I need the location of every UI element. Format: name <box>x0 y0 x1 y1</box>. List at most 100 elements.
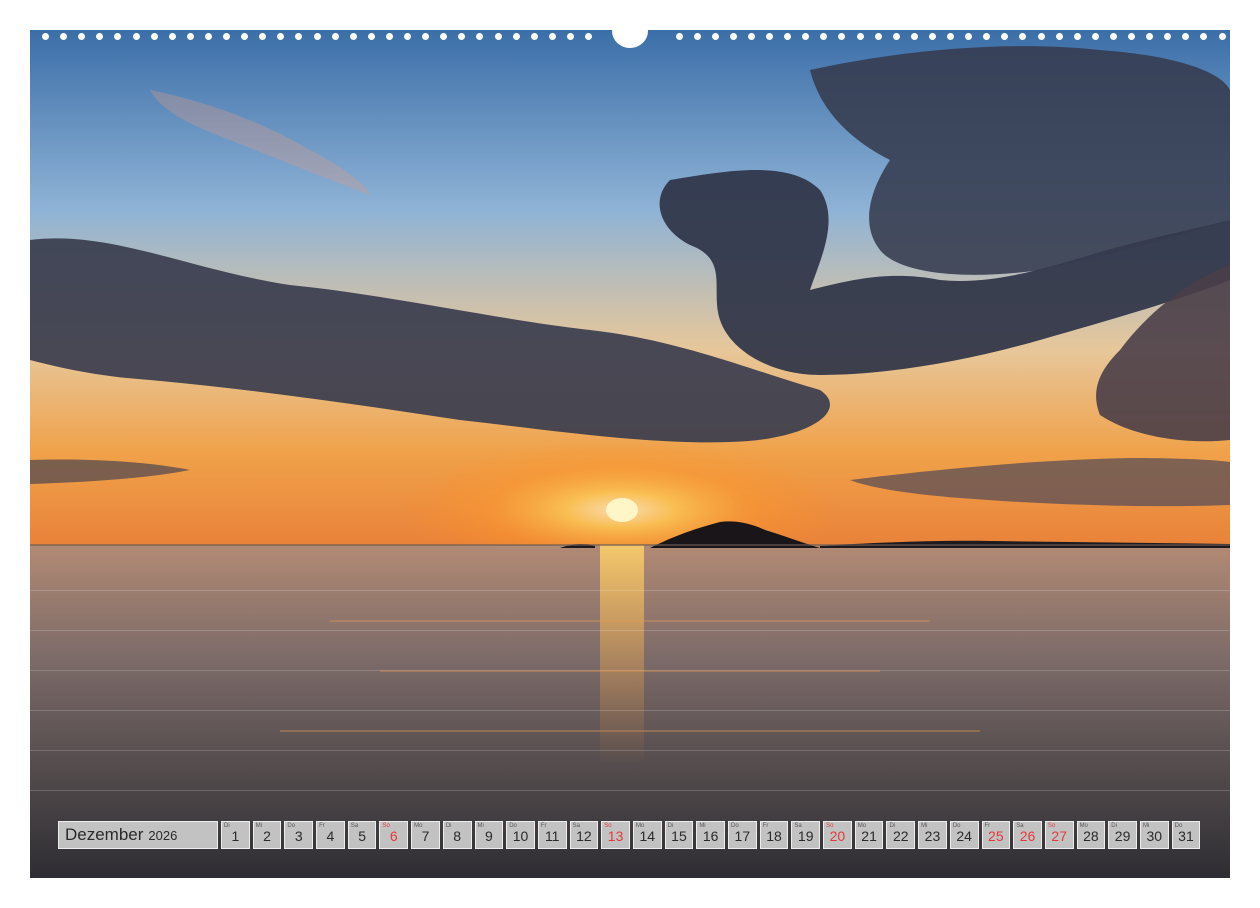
day-number: 7 <box>421 828 430 844</box>
binding-ring <box>494 33 502 40</box>
binding-ring <box>566 33 574 40</box>
binding-ring <box>965 33 973 40</box>
binding-ring <box>1055 33 1063 40</box>
day-number: 30 <box>1146 828 1163 844</box>
day-number: 1 <box>231 828 240 844</box>
day-cell: Fr 11 <box>537 821 567 849</box>
day-cell: Mo 21 <box>854 821 884 849</box>
binding-ring <box>331 33 339 40</box>
day-cell: Mi 16 <box>696 821 725 849</box>
binding-ring <box>385 33 393 40</box>
binding-ring <box>204 33 212 40</box>
binding-ring <box>675 33 683 40</box>
month-label: Dezember 2026 <box>58 821 218 849</box>
day-number: 8 <box>453 828 462 844</box>
binding-ring <box>223 33 230 40</box>
binding-ring <box>1001 33 1009 40</box>
day-number: 18 <box>766 828 782 844</box>
day-number: 20 <box>829 828 846 844</box>
day-cell: Do 24 <box>949 821 979 849</box>
binding-ring <box>132 33 140 40</box>
day-number: 16 <box>702 828 719 844</box>
day-cell: Do 3 <box>284 821 314 849</box>
binding-ring <box>530 33 538 40</box>
day-cell: Di 8 <box>442 821 472 849</box>
binding-ring <box>1218 33 1226 40</box>
binding-ring <box>548 33 556 40</box>
binding-ring <box>458 33 466 40</box>
binding-ring <box>766 33 773 40</box>
day-number: 31 <box>1178 828 1194 844</box>
binding-ring <box>838 33 846 40</box>
day-number: 15 <box>671 828 687 844</box>
day-number: 14 <box>639 828 656 844</box>
day-cell: Mi 2 <box>252 821 282 849</box>
day-number: 10 <box>512 828 529 844</box>
day-cell: Do 31 <box>1171 821 1201 849</box>
day-cell: Sa 26 <box>1013 821 1042 849</box>
day-number: 5 <box>358 828 366 844</box>
day-cell: Di 29 <box>1108 821 1137 849</box>
day-cell: Di 22 <box>886 821 916 849</box>
binding-ring <box>1164 33 1172 40</box>
binding-ring <box>1073 33 1081 40</box>
binding-ring <box>295 33 303 40</box>
hanging-hole <box>612 14 648 48</box>
day-cell: So 20 <box>823 821 852 849</box>
binding-ring <box>1200 33 1208 40</box>
binding-ring <box>186 33 194 40</box>
binding-ring <box>78 33 86 40</box>
binding-ring <box>1146 33 1154 40</box>
day-cell: Mi 30 <box>1139 821 1169 849</box>
binding-ring <box>367 33 375 40</box>
binding-ring <box>42 33 49 40</box>
binding-ring <box>60 33 68 40</box>
binding-ring <box>729 33 737 40</box>
day-cell: Mi 23 <box>918 821 947 849</box>
day-number: 11 <box>544 828 560 844</box>
sunset-photo <box>30 30 1230 878</box>
binding-ring <box>711 33 719 40</box>
binding-ring <box>241 33 249 40</box>
binding-ring <box>1091 33 1099 40</box>
binding-ring <box>313 33 321 40</box>
binding-ring <box>747 33 755 40</box>
day-cell: Mo 7 <box>411 821 440 849</box>
day-number: 23 <box>924 828 941 844</box>
binding-ring <box>349 33 357 40</box>
day-cell: So 27 <box>1044 821 1074 849</box>
day-number: 12 <box>576 828 592 844</box>
binding-ring <box>928 33 936 40</box>
day-cell: Fr 18 <box>759 821 789 849</box>
binding-ring <box>114 33 122 40</box>
day-cell: Di 1 <box>221 821 250 849</box>
binding-ring <box>585 33 592 40</box>
day-number: 4 <box>326 828 335 844</box>
binding-ring <box>96 33 104 40</box>
binding-ring <box>1128 33 1135 40</box>
day-cell: Do 10 <box>506 821 535 849</box>
day-cell: Mo 14 <box>632 821 662 849</box>
day-cells: Di 1 Mi 2 Do 3 Fr 4 Sa 5 So 6 Mo 7 Di 8 Mi 9 Do 10 Fr 11 Sa 12 S… <box>221 821 1201 851</box>
binding-ring <box>168 33 176 40</box>
binding-ring <box>1182 33 1190 40</box>
binding-ring <box>856 33 864 40</box>
day-number: 26 <box>1019 828 1036 844</box>
day-cell: Sa 19 <box>791 821 821 849</box>
day-number: 29 <box>1114 828 1131 844</box>
day-number: 2 <box>263 828 271 844</box>
binding-ring <box>512 33 520 40</box>
day-number: 25 <box>988 828 1004 844</box>
day-number: 28 <box>1083 828 1099 844</box>
day-number: 21 <box>861 828 877 844</box>
binding-ring <box>1019 33 1027 40</box>
binding-ring <box>693 33 701 40</box>
binding-ring <box>277 33 285 40</box>
binding-ring <box>150 33 158 40</box>
day-cell: So 6 <box>379 821 409 849</box>
binding-ring <box>820 33 828 40</box>
day-cell: Di 15 <box>664 821 694 849</box>
day-cell: Do 17 <box>728 821 757 849</box>
day-number: 19 <box>797 828 814 844</box>
day-number: 9 <box>484 828 493 844</box>
